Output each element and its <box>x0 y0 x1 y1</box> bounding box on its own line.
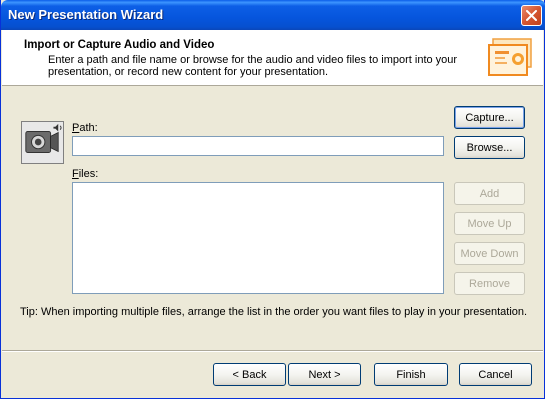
footer-divider <box>2 350 543 352</box>
presentation-slides-icon <box>488 38 532 76</box>
path-label: Path: <box>72 122 98 134</box>
page-title: Import or Capture Audio and Video <box>24 39 215 51</box>
cancel-button[interactable]: Cancel <box>459 363 532 386</box>
tip-text: Tip: When importing multiple files, arra… <box>20 306 528 318</box>
page-description: Enter a path and file name or browse for… <box>48 54 458 78</box>
wizard-window: New Presentation Wizard Import or Captur… <box>0 0 545 399</box>
wizard-header: Import or Capture Audio and Video Enter … <box>2 30 543 86</box>
move-up-button[interactable]: Move Up <box>454 212 525 235</box>
capture-button[interactable]: Capture... <box>454 106 525 129</box>
window-title: New Presentation Wizard <box>8 7 164 22</box>
camera-audio-icon <box>21 121 64 164</box>
close-icon <box>526 10 537 21</box>
close-button[interactable] <box>521 5 542 26</box>
finish-button[interactable]: Finish <box>374 363 448 386</box>
move-down-button[interactable]: Move Down <box>454 242 525 265</box>
files-label: Files: <box>72 168 99 180</box>
path-input[interactable] <box>72 136 444 156</box>
remove-button[interactable]: Remove <box>454 272 525 295</box>
browse-button[interactable]: Browse... <box>454 136 525 159</box>
files-list[interactable] <box>72 182 444 294</box>
add-button[interactable]: Add <box>454 182 525 205</box>
back-button[interactable]: < Back <box>213 363 286 386</box>
next-button[interactable]: Next > <box>288 363 361 386</box>
title-bar[interactable]: New Presentation Wizard <box>1 0 545 30</box>
